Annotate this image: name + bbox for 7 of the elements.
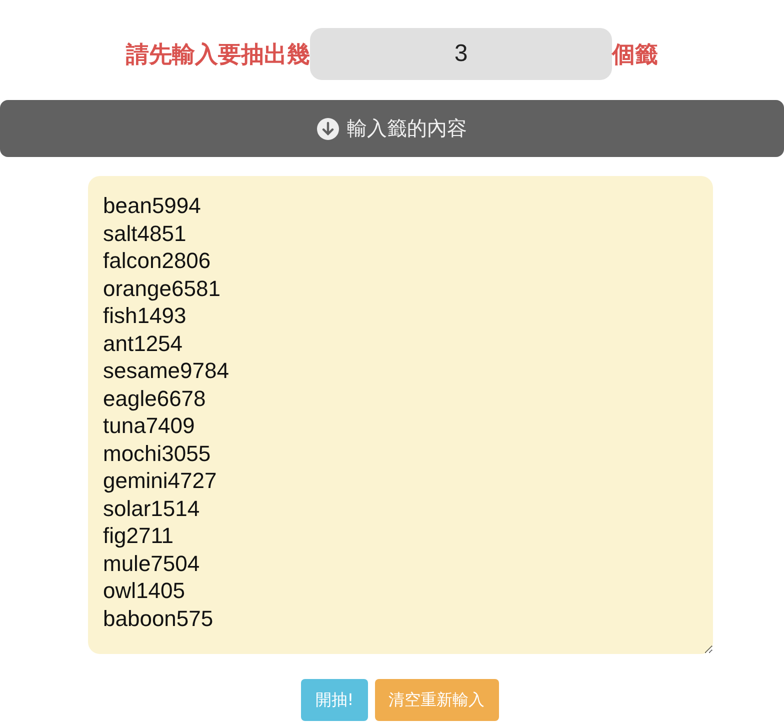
count-field[interactable]: 3: [310, 28, 612, 80]
section-title: 輸入籤的內容: [347, 115, 467, 142]
prompt-label: 請先輸入要抽出幾: [126, 40, 310, 70]
arrow-down-circle-icon: [317, 118, 339, 140]
entries-text-area[interactable]: bean5994 salt4851 falcon2806 orange6581 fish1493 ant1254 sesame9784 eagle6678 tuna7409 mochi3055 gemini4727 solar1514 fig2711 mule7504 owl1405 baboon575: [88, 176, 713, 654]
section-header-bar[interactable]: 輸入籤的內容: [0, 100, 784, 157]
prompt-label: 個籤: [612, 40, 658, 70]
